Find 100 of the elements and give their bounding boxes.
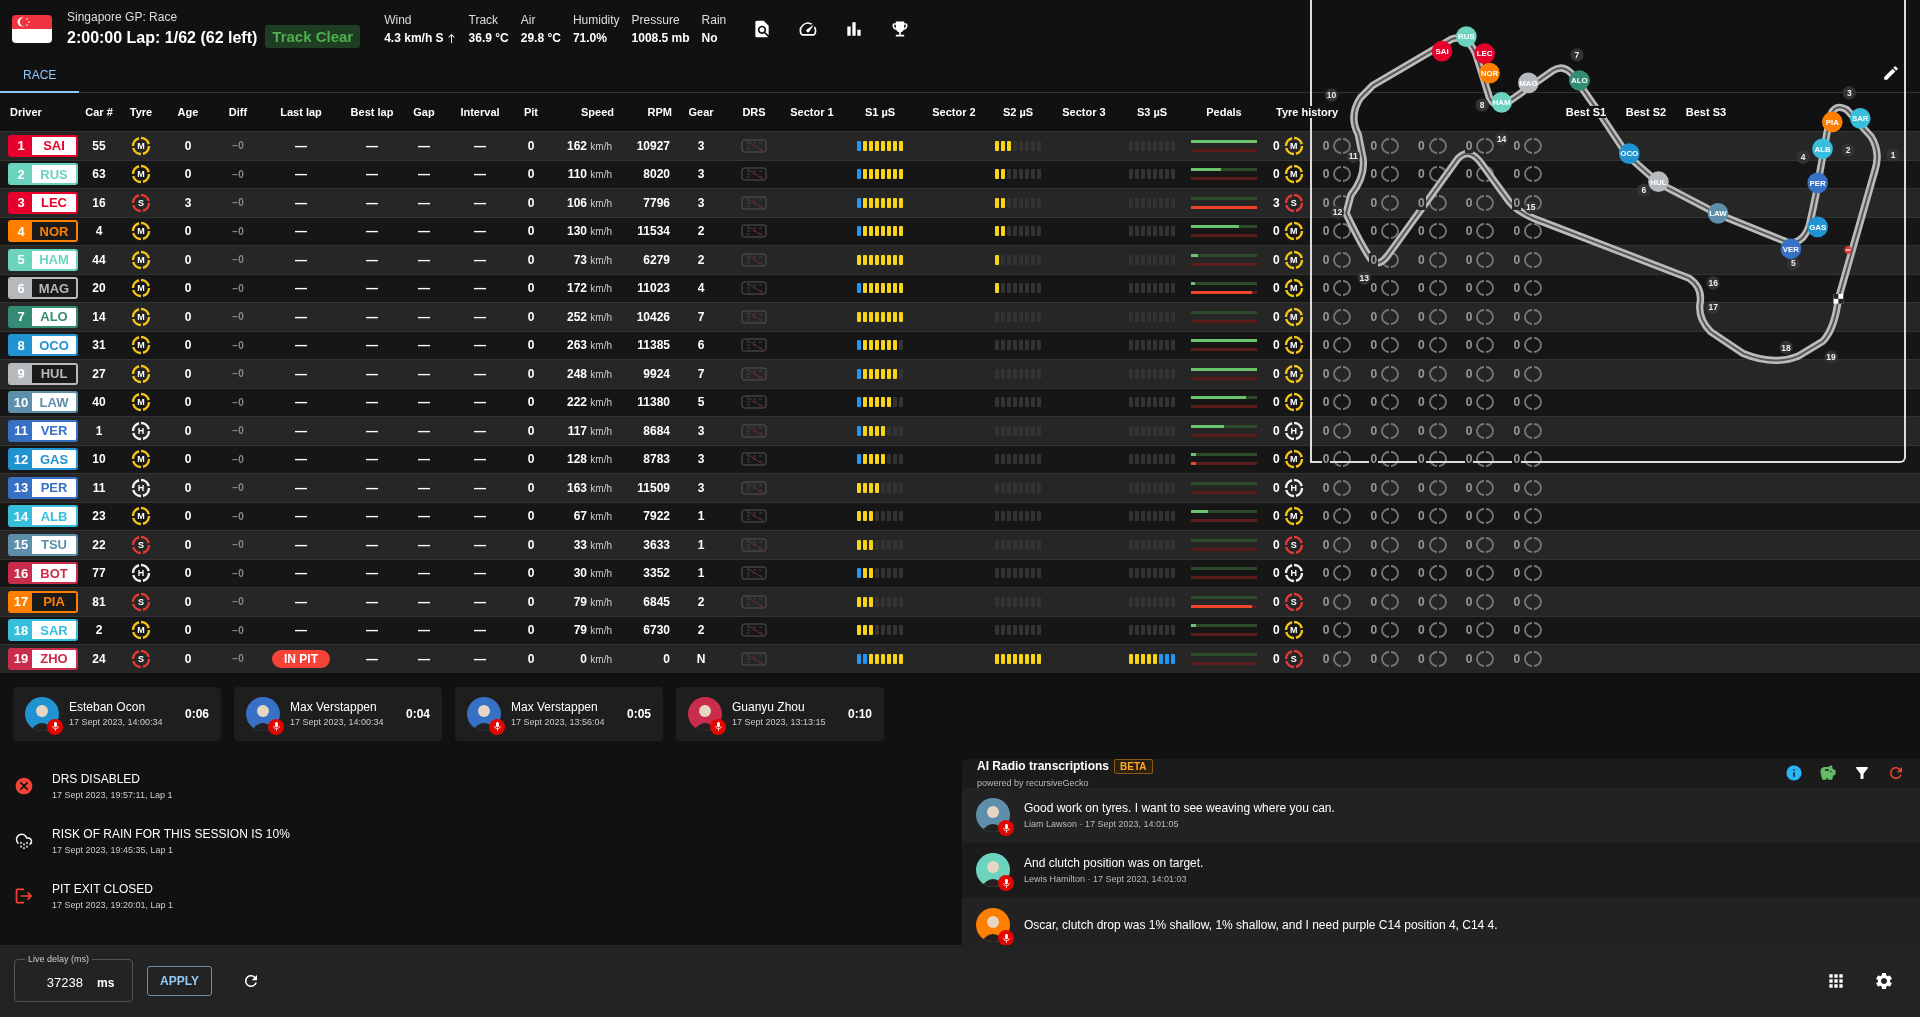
corner-number: 14 (1494, 132, 1509, 146)
driver-code: PIA (32, 592, 76, 611)
stint-laps: 0 (1369, 252, 1379, 267)
pit-count: 0 (527, 167, 535, 182)
diff-value: −0 (232, 339, 244, 351)
filter-icon[interactable] (1853, 764, 1871, 782)
pit-count: 0 (527, 395, 535, 410)
piggy-bank-icon[interactable] (1819, 764, 1837, 782)
empty-tyre-icon (1476, 308, 1495, 325)
empty-tyre-icon (1381, 251, 1400, 268)
column-header: Sector 1 (790, 106, 834, 118)
column-header: Best lap (350, 106, 394, 118)
rpm-value: 11380 (637, 395, 671, 410)
column-header: Sector 2 (932, 106, 976, 118)
driver-code: ALO (32, 307, 76, 326)
stint-laps: 0 (1272, 138, 1281, 153)
driver-marker: HUL (1648, 171, 1669, 193)
empty-tyre-icon (1381, 308, 1400, 325)
speed-unit: km/h (590, 340, 612, 352)
interval-value: — (474, 509, 486, 524)
corner-number: 15 (1524, 200, 1538, 215)
pit-count: 0 (527, 366, 535, 381)
info-icon[interactable] (1785, 764, 1803, 782)
radio-duration: 0:04 (405, 706, 430, 721)
driver-marker: SAI (1431, 40, 1453, 62)
settings-icon[interactable] (1874, 971, 1894, 991)
apply-button[interactable]: APPLY (147, 966, 212, 996)
rpm-value: 0 (663, 651, 671, 666)
gear-value: 3 (697, 138, 705, 153)
tyre-age: 0 (184, 623, 192, 638)
speed-unit: km/h (590, 254, 612, 266)
weather-label: Humidity (572, 13, 620, 27)
tyre-compound: M (1283, 249, 1304, 270)
column-header: Age (177, 106, 199, 118)
team-radio-card[interactable]: Esteban Ocon 17 Sept 2023, 14:00:34 0:06 (13, 686, 221, 741)
best-lap: — (366, 452, 378, 467)
drs-icon (741, 423, 767, 438)
empty-tyre-icon (1333, 422, 1352, 439)
last-lap: — (295, 138, 307, 153)
speed-unit: km/h (590, 653, 612, 665)
speed-value: 30 (573, 566, 587, 581)
drs-icon (741, 309, 767, 324)
stint-laps: 0 (1512, 537, 1522, 552)
trophy-icon[interactable] (890, 19, 911, 39)
tyre-compound: M (1283, 221, 1304, 242)
drs-icon (741, 594, 767, 609)
column-header: Pit (523, 106, 539, 118)
speedometer-icon[interactable] (798, 19, 819, 39)
column-header: DRS (742, 106, 766, 118)
brake-bar (1191, 433, 1257, 437)
tyre-compound: M (131, 135, 151, 156)
gear-value: 1 (697, 566, 705, 581)
speed-unit: km/h (590, 368, 612, 380)
speed-unit: km/h (590, 283, 612, 295)
empty-tyre-icon (1476, 137, 1495, 154)
empty-tyre-icon (1428, 137, 1447, 154)
driver-code: ZHO (32, 649, 76, 668)
delay-input[interactable]: 37238 (25, 974, 85, 991)
rpm-value: 8684 (643, 423, 671, 438)
empty-tyre-icon (1524, 251, 1543, 268)
car-number: 40 (92, 395, 106, 410)
empty-tyre-icon (1524, 365, 1543, 382)
gap-value: — (418, 623, 430, 638)
diff-value: −0 (232, 539, 244, 551)
interval-value: — (474, 480, 486, 495)
empty-tyre-icon (1476, 337, 1495, 354)
diff-value: −0 (232, 624, 244, 636)
tyre-compound: M (1283, 164, 1304, 185)
team-radio-card[interactable]: Max Verstappen 17 Sept 2023, 14:00:34 0:04 (234, 686, 442, 741)
last-lap: — (295, 395, 307, 410)
throttle-bar (1191, 595, 1257, 599)
interval-value: — (474, 138, 486, 153)
drs-icon (741, 651, 767, 666)
empty-tyre-icon (1381, 650, 1400, 667)
edit-icon[interactable] (1882, 64, 1900, 82)
last-lap: — (295, 167, 307, 182)
stint-laps: 0 (1417, 480, 1426, 495)
diff-value: −0 (232, 368, 244, 380)
driver-code: LAW (32, 393, 76, 412)
throttle-bar (1191, 282, 1257, 286)
team-radio-card[interactable]: Guanyu Zhou 17 Sept 2023, 13:13:15 0:10 (676, 686, 884, 741)
tyre-compound: S (131, 648, 151, 669)
best-lap: — (366, 252, 378, 267)
driver-marker: SAR (1849, 107, 1871, 129)
empty-tyre-icon (1428, 194, 1447, 211)
stint-laps: 0 (1369, 423, 1379, 438)
best-lap: — (366, 195, 378, 210)
throttle-bar (1191, 481, 1257, 485)
delay-field[interactable]: Live delay (ms) 37238 ms (14, 954, 133, 1002)
drs-icon (741, 480, 767, 495)
empty-tyre-icon (1428, 394, 1447, 411)
brake-bar (1191, 462, 1257, 466)
grid-icon[interactable] (1826, 971, 1846, 991)
team-radio-card[interactable]: Max Verstappen 17 Sept 2023, 13:56:04 0:05 (455, 686, 663, 741)
speed-unit: km/h (590, 568, 612, 580)
empty-tyre-icon (1476, 650, 1495, 667)
speed-unit: km/h (590, 454, 612, 466)
gear-value: 4 (697, 281, 705, 296)
transcript-text: Good work on tyres. I want to see weaving where you can. (1024, 801, 1335, 815)
diff-value: −0 (232, 140, 244, 152)
